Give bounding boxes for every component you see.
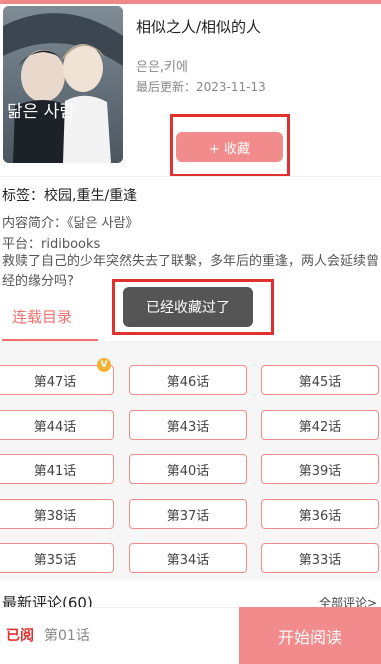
book-detail-page: 닮은 사람 相似之人/相似的人 은은,키에 最后更新：2023-11-13 + …	[0, 0, 381, 664]
chapter-item[interactable]: 第38话	[0, 499, 114, 529]
chapter-item[interactable]: 第47话 V	[0, 358, 114, 395]
chapter-label: 第46话	[166, 374, 210, 390]
chapter-item[interactable]: 第45话	[261, 365, 379, 395]
chapter-item[interactable]: 第34话	[129, 543, 247, 573]
favorite-button[interactable]: + 收藏	[176, 132, 283, 162]
chapter-label: 第42话	[298, 419, 342, 435]
chapter-item[interactable]: 第35话	[0, 543, 114, 573]
chapter-label: 第37话	[166, 508, 210, 524]
chapter-label: 第36话	[298, 508, 342, 524]
chapter-label: 第43话	[166, 419, 210, 435]
chapter-label: 第41话	[33, 463, 77, 479]
chapter-label: 第33话	[298, 552, 342, 568]
chapter-list: 第47话 V 第46话 第45话 第44话 第43话 第42话 第41话 第40…	[0, 343, 381, 581]
platform-line: 平台：ridibooks	[2, 237, 101, 252]
start-reading-button[interactable]: 开始阅读	[239, 607, 381, 664]
chapter-item[interactable]: 第41话	[0, 454, 114, 484]
tab-serial-catalog[interactable]: 连载目录	[12, 306, 72, 327]
chapter-item[interactable]: 第36话	[261, 499, 379, 529]
chapter-label: 第47话	[33, 374, 77, 390]
chapter-label: 第39话	[298, 463, 342, 479]
chapter-label: 第34话	[166, 552, 210, 568]
chapter-label: 第40话	[166, 463, 210, 479]
divider	[0, 176, 381, 177]
book-authors[interactable]: 은은,키에	[136, 56, 188, 75]
read-status-label: 已阅	[6, 628, 34, 644]
toast-message: 已经收藏过了	[123, 287, 253, 327]
last-read-chapter[interactable]: 第01话	[44, 625, 90, 645]
book-cover[interactable]: 닮은 사람	[3, 6, 123, 163]
chapter-item[interactable]: 第40话	[129, 454, 247, 484]
intro-line: 内容简介：《닮은 사람》	[2, 216, 139, 231]
chapter-label: 第38话	[33, 508, 77, 524]
book-title: 相似之人/相似的人	[136, 18, 262, 36]
cover-title-text: 닮은 사람	[7, 102, 75, 122]
chapter-label: 第44话	[33, 419, 77, 435]
chapter-item[interactable]: 第33话	[261, 543, 379, 573]
chapter-label: 第35话	[33, 552, 77, 568]
chapter-item[interactable]: 第39话	[261, 454, 379, 484]
chapter-item[interactable]: 第43话	[129, 410, 247, 440]
cover-illustration	[3, 6, 123, 163]
chapter-label: 第45话	[298, 374, 342, 390]
chapter-item[interactable]: 第37话	[129, 499, 247, 529]
chapter-item[interactable]: 第42话	[261, 410, 379, 440]
chapter-item[interactable]: 第44话	[0, 410, 114, 440]
vip-icon: V	[97, 358, 111, 372]
chapter-item[interactable]: 第46话	[129, 365, 247, 395]
tags-line: 标签：校园,重生/重逢	[2, 188, 138, 204]
last-updated: 最后更新：2023-11-13	[136, 80, 266, 94]
top-accent-strip	[0, 0, 381, 4]
